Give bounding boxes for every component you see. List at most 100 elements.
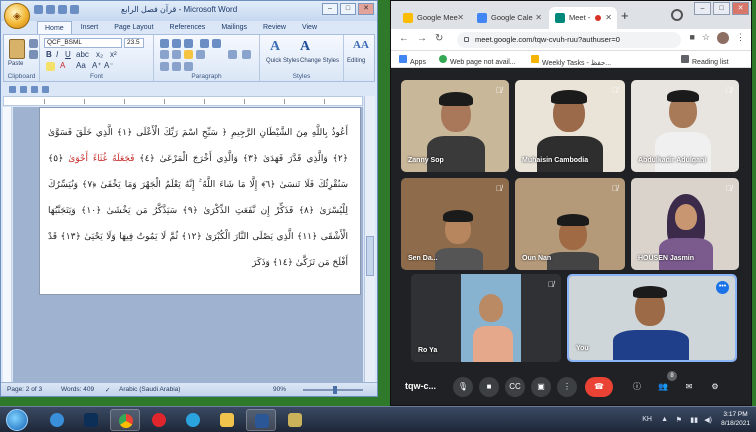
zoom-level[interactable]: 90% [273, 386, 286, 393]
close-tab-icon[interactable]: ✕ [535, 7, 542, 29]
maximize-button[interactable]: □ [713, 2, 730, 15]
taskbar-folder-icon[interactable] [212, 409, 242, 431]
italic-button[interactable]: I [56, 50, 58, 59]
participant-tile[interactable]: 🎙̸ HOUSEN Jasmin [631, 178, 739, 270]
reload-icon[interactable]: ↻ [435, 33, 443, 44]
paste-icon[interactable] [9, 39, 25, 59]
volume-icon[interactable]: ◀) [704, 416, 712, 424]
tab-review[interactable]: Review [256, 21, 293, 34]
participant-tile[interactable]: 🎙̸ Zanny Sop [401, 80, 509, 172]
change-case-button[interactable]: Aa [76, 61, 86, 70]
quick-styles-icon[interactable]: A [270, 39, 280, 55]
close-button[interactable]: ✕ [732, 2, 749, 15]
taskbar-notepad-icon[interactable] [280, 409, 310, 431]
participant-tile[interactable]: 🎙̸ Sen Da... [401, 178, 509, 270]
maximize-button[interactable]: □ [340, 3, 356, 15]
spellcheck-icon[interactable]: ✓ [105, 386, 110, 394]
taskbar-ie-icon[interactable] [42, 409, 72, 431]
browser-tab[interactable]: Google Cale ✕ [471, 7, 547, 29]
bookmark-apps[interactable]: Apps [399, 55, 426, 66]
strikethrough-button[interactable]: abc [76, 50, 89, 59]
rtl-icon[interactable] [160, 62, 169, 71]
font-size-select[interactable]: 23.5 [124, 38, 144, 48]
tray-arrow-icon[interactable]: ▲ [661, 416, 668, 423]
present-icon[interactable]: ▣ [531, 377, 551, 397]
extension-icon[interactable] [717, 32, 729, 44]
undo-icon[interactable] [46, 5, 55, 14]
word-count[interactable]: Words: 409 [61, 386, 94, 393]
forward-icon[interactable]: → [417, 33, 427, 44]
font-name-select[interactable]: QCF_BSML [44, 38, 122, 48]
multilevel-list-icon[interactable] [184, 39, 193, 48]
align-right-icon[interactable] [184, 50, 193, 59]
cut-icon[interactable] [29, 39, 38, 48]
flag-icon[interactable]: ⚑ [676, 416, 682, 424]
back-icon[interactable]: ← [399, 33, 409, 44]
bookmark-star-icon[interactable]: ☆ [702, 32, 710, 44]
grow-font-button[interactable]: A⁺ [92, 61, 102, 70]
browser-tab[interactable]: Google Mee ✕ [397, 7, 469, 29]
clock[interactable]: 3:17 PM 8/18/2021 [721, 410, 750, 428]
bookmark-item[interactable]: Web page not avail... [439, 55, 516, 66]
page-count[interactable]: Page: 2 of 3 [7, 386, 42, 393]
scroll-thumb[interactable] [366, 236, 374, 276]
change-styles-icon[interactable]: A [300, 39, 310, 55]
zoom-slider-handle[interactable] [333, 386, 337, 394]
close-tab-icon[interactable]: ✕ [457, 7, 464, 29]
tab-insert[interactable]: Insert [74, 21, 106, 34]
change-styles-label[interactable]: Change Styles [300, 58, 339, 64]
save-icon[interactable] [9, 85, 16, 93]
participant-tile[interactable]: 🎙̸ Muhaisin Cambodia [515, 80, 625, 172]
save-icon[interactable] [34, 5, 43, 14]
mic-toggle-icon[interactable]: 🎙 [453, 377, 473, 397]
tab-page-layout[interactable]: Page Layout [107, 21, 160, 34]
bookmark-item[interactable]: Weekly Tasks - حفظ... [531, 55, 611, 67]
customize-qat-icon[interactable] [70, 5, 79, 14]
redo-icon[interactable] [58, 5, 67, 14]
print-preview-icon[interactable] [42, 85, 49, 93]
more-options-icon[interactable]: ⋮ [557, 377, 577, 397]
captions-icon[interactable]: CC [505, 377, 525, 397]
highlight-icon[interactable] [46, 62, 55, 71]
align-center-icon[interactable] [172, 50, 181, 59]
network-icon[interactable]: ▮▮ [690, 416, 698, 424]
language-indicator[interactable]: KH [642, 416, 652, 423]
participant-tile[interactable]: 🎙̸ Abdulkadir Adulgani [631, 80, 739, 172]
taskbar-word-icon[interactable] [246, 409, 276, 431]
ltr-icon[interactable] [172, 62, 181, 71]
profile-indicator-icon[interactable] [671, 9, 683, 21]
align-left-icon[interactable] [160, 50, 169, 59]
self-view-tile[interactable]: ••• You [567, 274, 737, 362]
meeting-details-icon[interactable]: ⓘ [627, 377, 647, 397]
minimize-button[interactable]: – [322, 3, 338, 15]
activities-icon[interactable]: ⚙ [705, 377, 725, 397]
reading-list-button[interactable]: Reading list [681, 55, 729, 66]
document-page[interactable]: أَعُوذُ بِاللَّهِ مِنَ الشَّيْطَانِ الرَ… [39, 107, 361, 295]
vertical-scrollbar[interactable] [364, 96, 375, 382]
meeting-code[interactable]: tqw-c... [405, 381, 436, 391]
address-bar[interactable]: meet.google.com/tqw-cvuh-ruu?authuser=0 [457, 32, 681, 48]
editing-label[interactable]: Editing [347, 58, 365, 64]
taskbar-photoshop-icon[interactable] [76, 409, 106, 431]
camera-indicator-icon[interactable]: ■ [689, 32, 694, 44]
bold-button[interactable]: B [46, 50, 52, 59]
taskbar-opera-icon[interactable] [144, 409, 174, 431]
show-formatting-icon[interactable] [242, 50, 251, 59]
copy-icon[interactable] [29, 50, 38, 59]
taskbar-chrome-icon[interactable] [110, 409, 140, 431]
numbering-icon[interactable] [172, 39, 181, 48]
sort-icon[interactable] [228, 50, 237, 59]
find-icon[interactable]: AA [353, 39, 369, 51]
quran-text[interactable]: أَعُوذُ بِاللَّهِ مِنَ الشَّيْطَانِ الرَ… [48, 120, 348, 276]
taskbar-telegram-icon[interactable] [178, 409, 208, 431]
font-color-button[interactable]: A [60, 61, 65, 70]
quick-styles-label[interactable]: Quick Styles [266, 58, 299, 64]
tab-references[interactable]: References [163, 21, 213, 34]
subscript-button[interactable]: x₂ [96, 50, 103, 59]
shading-icon[interactable] [184, 62, 193, 71]
participant-tile[interactable]: 🎙̸ Ro Ya [411, 274, 561, 362]
menu-icon[interactable]: ⋮ [736, 32, 745, 44]
superscript-button[interactable]: x² [110, 50, 117, 59]
more-options-icon[interactable]: ••• [716, 281, 729, 294]
start-button[interactable] [6, 409, 28, 431]
